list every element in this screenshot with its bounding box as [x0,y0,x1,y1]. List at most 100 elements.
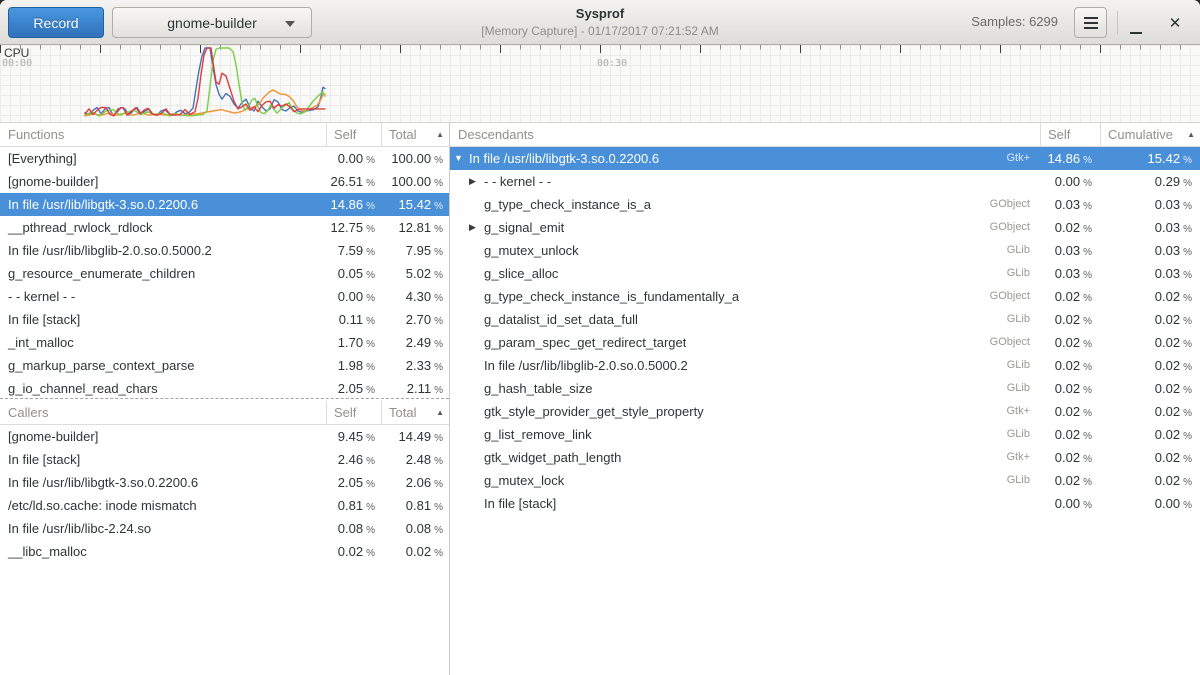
expander-spacer [469,239,484,262]
percent-sign: % [1183,224,1192,235]
percent-sign: % [434,293,443,304]
column-header-functions[interactable]: Functions [0,123,326,146]
tree-row[interactable]: g_hash_table_sizeGLib0.02%0.02% [450,377,1200,400]
self-value: 0.03% [1040,239,1100,262]
table-row[interactable]: [gnome-builder]9.45%14.49% [0,425,449,448]
percent-sign: % [434,479,443,490]
expander-collapsed-icon[interactable]: ▶ [469,216,484,239]
table-row[interactable]: In file /usr/lib/libgtk-3.so.0.2200.614.… [0,193,449,216]
tree-row[interactable]: g_datalist_id_set_data_fullGLib0.02%0.02… [450,308,1200,331]
minimize-icon [1130,32,1142,34]
table-row[interactable]: In file /usr/lib/libc-2.24.so0.08%0.08% [0,517,449,540]
library-tag: GLib [1007,423,1040,446]
expander-spacer [469,400,484,423]
function-name: g_param_spec_get_redirect_target [484,331,686,354]
function-name: g_type_check_instance_is_a [484,193,651,216]
percent-sign: % [366,385,375,396]
function-name: gtk_widget_path_length [484,446,621,469]
percent-sign: % [1083,155,1092,166]
expander-expanded-icon[interactable]: ▼ [454,147,469,170]
total-value: 5.02% [381,262,449,285]
percent-sign: % [434,433,443,444]
column-header-descendants[interactable]: Descendants [450,123,1040,146]
percent-sign: % [1083,454,1092,465]
percent-sign: % [1183,247,1192,258]
percent-sign: % [1183,408,1192,419]
column-header-self[interactable]: Self [1040,123,1100,146]
table-row[interactable]: __pthread_rwlock_rdlock12.75%12.81% [0,216,449,239]
percent-sign: % [1083,201,1092,212]
total-value: 12.81% [381,216,449,239]
percent-sign: % [434,502,443,513]
table-row[interactable]: /etc/ld.so.cache: inode mismatch0.81%0.8… [0,494,449,517]
cpu-timeline-chart[interactable]: CPU 00:00 00:30 [0,45,1200,123]
table-row[interactable]: [Everything]0.00%100.00% [0,147,449,170]
column-header-cumulative[interactable]: Cumulative ▲ [1100,123,1200,146]
tree-row[interactable]: g_type_check_instance_is_aGObject0.03%0.… [450,193,1200,216]
function-name: _int_malloc [0,331,326,354]
table-row[interactable]: In file /usr/lib/libgtk-3.so.0.2200.62.0… [0,471,449,494]
close-icon: ✕ [1169,15,1182,32]
library-tag: GObject [990,216,1040,239]
self-value: 0.05% [326,262,381,285]
tree-row[interactable]: g_mutex_unlockGLib0.03%0.03% [450,239,1200,262]
self-value: 0.00% [326,147,381,170]
table-row[interactable]: g_markup_parse_context_parse1.98%2.33% [0,354,449,377]
library-tag: Gtk+ [1006,147,1040,170]
percent-sign: % [1083,247,1092,258]
self-value: 7.59% [326,239,381,262]
column-header-self[interactable]: Self [326,401,381,424]
record-button[interactable]: Record [8,7,104,38]
table-row[interactable]: In file [stack]0.11%2.70% [0,308,449,331]
tree-row[interactable]: gtk_widget_path_lengthGtk+0.02%0.02% [450,446,1200,469]
self-value: 0.02% [1040,308,1100,331]
tree-row[interactable]: ▼In file /usr/lib/libgtk-3.so.0.2200.6Gt… [450,147,1200,170]
tree-row[interactable]: g_slice_allocGLib0.03%0.03% [450,262,1200,285]
tree-row[interactable]: In file [stack]0.00%0.00% [450,492,1200,515]
column-header-self[interactable]: Self [326,123,381,146]
self-value: 0.00% [326,285,381,308]
process-selector-dropdown[interactable]: gnome-builder [112,7,312,38]
percent-sign: % [1083,362,1092,373]
self-value: 0.03% [1040,262,1100,285]
column-header-total[interactable]: Total ▲ [381,401,449,424]
menu-button[interactable] [1074,7,1107,38]
function-name: g_io_channel_read_chars [0,377,326,398]
percent-sign: % [366,224,375,235]
expander-spacer [469,193,484,216]
table-row[interactable]: g_resource_enumerate_children0.05%5.02% [0,262,449,285]
tree-row[interactable]: g_list_remove_linkGLib0.02%0.02% [450,423,1200,446]
function-name: In file /usr/lib/libc-2.24.so [0,517,326,540]
total-value: 2.11% [381,377,449,398]
function-name: g_list_remove_link [484,423,592,446]
column-header-total[interactable]: Total ▲ [381,123,449,146]
table-row[interactable]: g_io_channel_read_chars2.05%2.11% [0,377,449,398]
percent-sign: % [434,385,443,396]
table-row[interactable]: - - kernel - -0.00%4.30% [0,285,449,308]
tree-row[interactable]: ▶g_signal_emitGObject0.02%0.03% [450,216,1200,239]
percent-sign: % [1083,385,1092,396]
table-row[interactable]: __libc_malloc0.02%0.02% [0,540,449,563]
tree-row[interactable]: ▶- - kernel - -0.00%0.29% [450,170,1200,193]
tree-row[interactable]: g_type_check_instance_is_fundamentally_a… [450,285,1200,308]
percent-sign: % [366,201,375,212]
column-header-callers[interactable]: Callers [0,401,326,424]
percent-sign: % [434,201,443,212]
table-row[interactable]: In file [stack]2.46%2.48% [0,448,449,471]
tree-row[interactable]: g_mutex_lockGLib0.02%0.02% [450,469,1200,492]
tree-row[interactable]: In file /usr/lib/libglib-2.0.so.0.5000.2… [450,354,1200,377]
self-value: 0.02% [1040,354,1100,377]
table-row[interactable]: [gnome-builder]26.51%100.00% [0,170,449,193]
tree-row[interactable]: gtk_style_provider_get_style_propertyGtk… [450,400,1200,423]
percent-sign: % [1183,339,1192,350]
table-row[interactable]: In file /usr/lib/libglib-2.0.so.0.5000.2… [0,239,449,262]
table-row[interactable]: _int_malloc1.70%2.49% [0,331,449,354]
function-name: g_hash_table_size [484,377,592,400]
headerbar-separator [1117,11,1118,34]
cpu-red-line [85,48,325,116]
close-button[interactable]: ✕ [1160,7,1190,38]
expander-collapsed-icon[interactable]: ▶ [469,170,484,193]
minimize-button[interactable] [1124,7,1148,38]
percent-sign: % [1083,477,1092,488]
tree-row[interactable]: g_param_spec_get_redirect_targetGObject0… [450,331,1200,354]
